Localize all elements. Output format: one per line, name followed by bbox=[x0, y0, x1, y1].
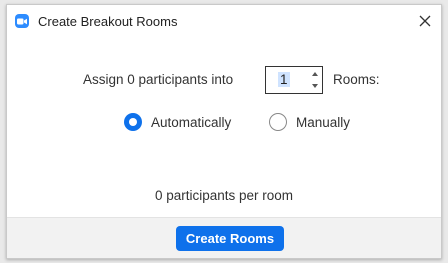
radio-unchecked-icon[interactable] bbox=[269, 113, 287, 131]
stepper-arrows bbox=[310, 69, 320, 91]
assign-row: Assign 0 participants into 1 Rooms: bbox=[7, 66, 441, 94]
create-breakout-rooms-dialog: Create Breakout Rooms Assign 0 participa… bbox=[6, 4, 442, 259]
room-count-stepper[interactable]: 1 bbox=[265, 66, 323, 94]
participants-per-room-text: 0 participants per room bbox=[154, 188, 294, 203]
radio-automatically[interactable]: Automatically bbox=[124, 113, 231, 131]
assignment-mode-group: Automatically Manually bbox=[7, 113, 441, 135]
dialog-titlebar: Create Breakout Rooms bbox=[7, 5, 441, 37]
room-count-value[interactable]: 1 bbox=[278, 72, 290, 87]
rooms-label: Rooms: bbox=[333, 72, 380, 87]
radio-manually[interactable]: Manually bbox=[269, 113, 350, 131]
dialog-footer: Create Rooms bbox=[7, 217, 441, 258]
chevron-up-icon[interactable] bbox=[312, 72, 318, 76]
radio-checked-icon[interactable] bbox=[124, 113, 142, 131]
close-button[interactable] bbox=[415, 11, 435, 31]
chevron-down-icon[interactable] bbox=[312, 84, 318, 88]
radio-manually-label[interactable]: Manually bbox=[296, 115, 350, 130]
dialog-title: Create Breakout Rooms bbox=[38, 14, 178, 29]
close-icon[interactable] bbox=[419, 15, 431, 27]
zoom-camera-icon bbox=[15, 14, 29, 28]
radio-automatically-label[interactable]: Automatically bbox=[151, 115, 231, 130]
assign-label: Assign 0 participants into bbox=[83, 72, 234, 87]
create-rooms-button[interactable]: Create Rooms bbox=[176, 226, 284, 251]
